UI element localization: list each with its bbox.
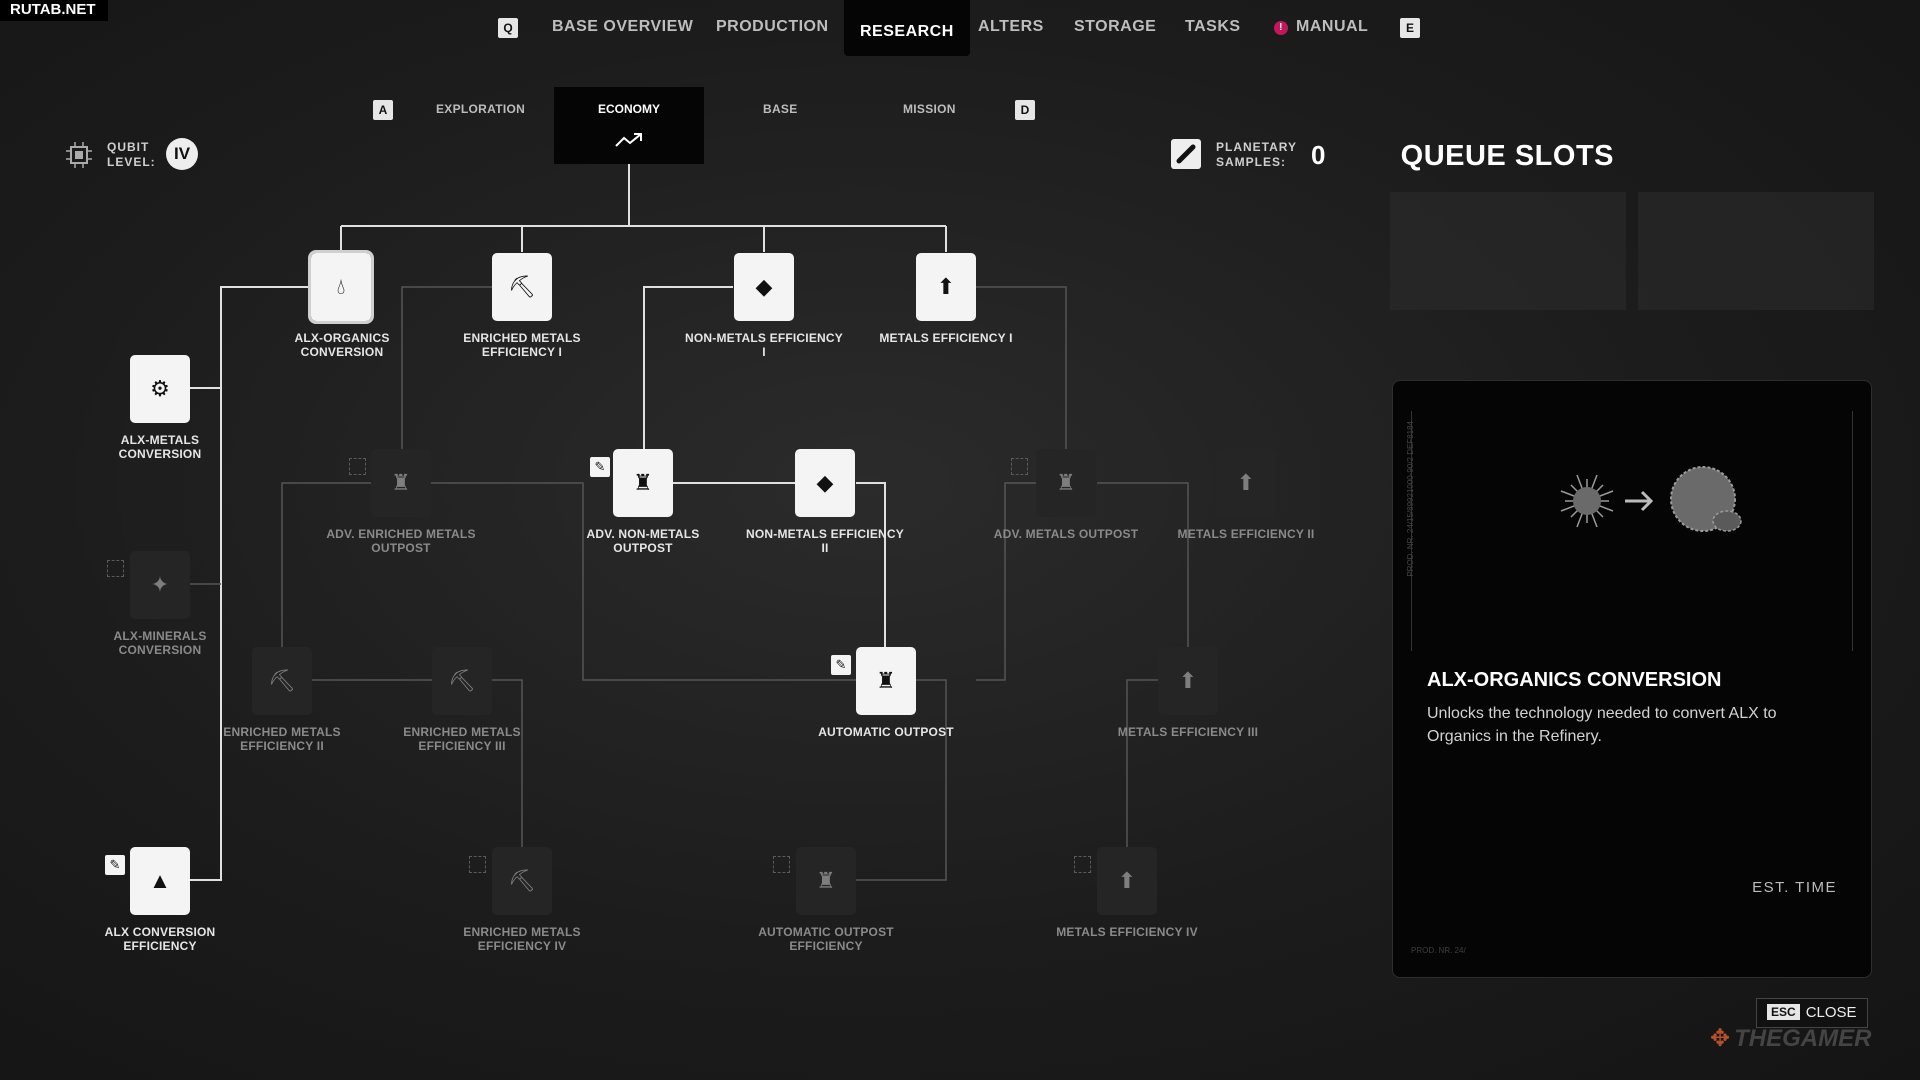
esc-key-hint: ESC: [1767, 1004, 1800, 1020]
research-node-non-metals-1[interactable]: ◆: [734, 253, 794, 321]
drop-icon: 💧︎: [336, 274, 346, 299]
pencil-icon[interactable]: ✎: [831, 655, 851, 675]
research-node-metals-4[interactable]: ⬆︎: [1097, 847, 1157, 915]
arrow-right-icon: [1625, 490, 1654, 512]
outpost-icon: ♜: [633, 470, 653, 495]
research-node-alx-minerals[interactable]: ✦: [130, 551, 190, 619]
brand-watermark: ✥ THEGAMER: [1710, 1024, 1871, 1053]
est-time-label: EST. TIME: [1752, 879, 1837, 896]
alx-to-organics-illustration: [1560, 466, 1742, 532]
outpost-icon: ♜: [391, 470, 411, 495]
research-node-automatic-outpost-efficiency[interactable]: ♜: [796, 847, 856, 915]
node-label: ALX-METALS CONVERSION: [118, 433, 202, 461]
research-detail-panel: PROD. NR. 24/15/89921000-90/2 DEF8184 AL…: [1392, 380, 1872, 978]
node-label: ALX CONVERSION EFFICIENCY: [104, 925, 216, 953]
research-node-non-metals-2[interactable]: ◆: [795, 449, 855, 517]
node-label: ADV. NON-METALS OUTPOST: [586, 527, 700, 555]
nonmetal-icon: ◆: [755, 274, 773, 299]
research-node-metals-1[interactable]: ⬆︎: [916, 253, 976, 321]
node-label: ALX-MINERALS CONVERSION: [113, 629, 207, 657]
node-label: METALS EFFICIENCY I: [879, 331, 1013, 345]
research-node-enriched-metals-4[interactable]: ⛏︎: [492, 847, 552, 915]
nonmetal-icon: ◆: [816, 470, 834, 495]
research-node-enriched-metals-1[interactable]: ⛏︎: [492, 253, 552, 321]
pencil-icon[interactable]: ✎: [590, 457, 610, 477]
metal-up-icon: ⬆︎: [936, 274, 956, 299]
metal-up-icon: ⬆︎: [1236, 470, 1256, 495]
node-label: ADV. ENRICHED METALS OUTPOST: [326, 527, 476, 555]
empty-slot-marker: [773, 856, 790, 873]
node-label: ENRICHED METALS EFFICIENCY IV: [463, 925, 581, 953]
brand-name: THEGAMER: [1734, 1025, 1872, 1052]
research-node-adv-non-metals-outpost[interactable]: ♜: [613, 449, 673, 517]
research-node-metals-2[interactable]: ⬆︎: [1216, 449, 1276, 517]
empty-slot-marker: [1011, 458, 1028, 475]
empty-slot-marker: [469, 856, 486, 873]
research-node-enriched-metals-3[interactable]: ⛏︎: [432, 647, 492, 715]
node-label: ENRICHED METALS EFFICIENCY III: [403, 725, 521, 753]
node-label: ADV. METALS OUTPOST: [993, 527, 1139, 541]
close-label: CLOSE: [1805, 1004, 1857, 1021]
node-label: AUTOMATIC OUTPOST: [818, 725, 954, 739]
research-node-enriched-metals-2[interactable]: ⛏︎: [252, 647, 312, 715]
metal-up-icon: ⬆︎: [1178, 668, 1198, 693]
node-label: METALS EFFICIENCY II: [1177, 527, 1315, 541]
empty-slot-marker: [107, 560, 124, 577]
alx-icon: ▲: [149, 868, 171, 893]
node-label: AUTOMATIC OUTPOST EFFICIENCY: [758, 925, 894, 953]
ore-up-icon: ⛏︎: [268, 668, 296, 693]
research-node-alx-conversion-efficiency[interactable]: ▲: [130, 847, 190, 915]
node-label: ALX-ORGANICS CONVERSION: [294, 331, 390, 359]
pencil-icon[interactable]: ✎: [105, 855, 125, 875]
research-node-alx-organics[interactable]: 💧︎: [308, 250, 374, 324]
outpost-icon: ♜: [1056, 470, 1076, 495]
ore-up-icon: ⛏︎: [508, 274, 536, 299]
ore-up-icon: ⛏︎: [508, 868, 536, 893]
outpost-icon: ♜: [876, 668, 896, 693]
ore-up-icon: ⛏︎: [448, 668, 476, 693]
node-label: METALS EFFICIENCY IV: [1056, 925, 1198, 939]
node-label: NON-METALS EFFICIENCY I: [685, 331, 843, 359]
research-node-adv-metals-outpost[interactable]: ♜: [1036, 449, 1096, 517]
research-node-metals-3[interactable]: ⬆︎: [1158, 647, 1218, 715]
node-label: ENRICHED METALS EFFICIENCY II: [223, 725, 341, 753]
brand-logo-icon: ✥: [1710, 1025, 1731, 1052]
metal-convert-icon: ⚙︎: [150, 376, 170, 401]
empty-slot-marker: [349, 458, 366, 475]
research-node-alx-metals[interactable]: ⚙︎: [130, 355, 190, 423]
mineral-icon: ✦: [150, 572, 170, 597]
detail-description: Unlocks the technology needed to convert…: [1427, 705, 1777, 745]
node-label: NON-METALS EFFICIENCY II: [746, 527, 904, 555]
node-label: METALS EFFICIENCY III: [1117, 725, 1259, 739]
metal-up-icon: ⬆︎: [1117, 868, 1137, 893]
empty-slot-marker: [1074, 856, 1091, 873]
research-node-automatic-outpost[interactable]: ♜: [856, 647, 916, 715]
node-label: ENRICHED METALS EFFICIENCY I: [463, 331, 581, 359]
outpost-icon: ♜: [816, 868, 836, 893]
research-node-adv-enriched-outpost[interactable]: ♜: [371, 449, 431, 517]
panel-footer-text: PROD. NR. 24/: [1411, 946, 1466, 955]
detail-title: ALX-ORGANICS CONVERSION: [1427, 669, 1722, 691]
